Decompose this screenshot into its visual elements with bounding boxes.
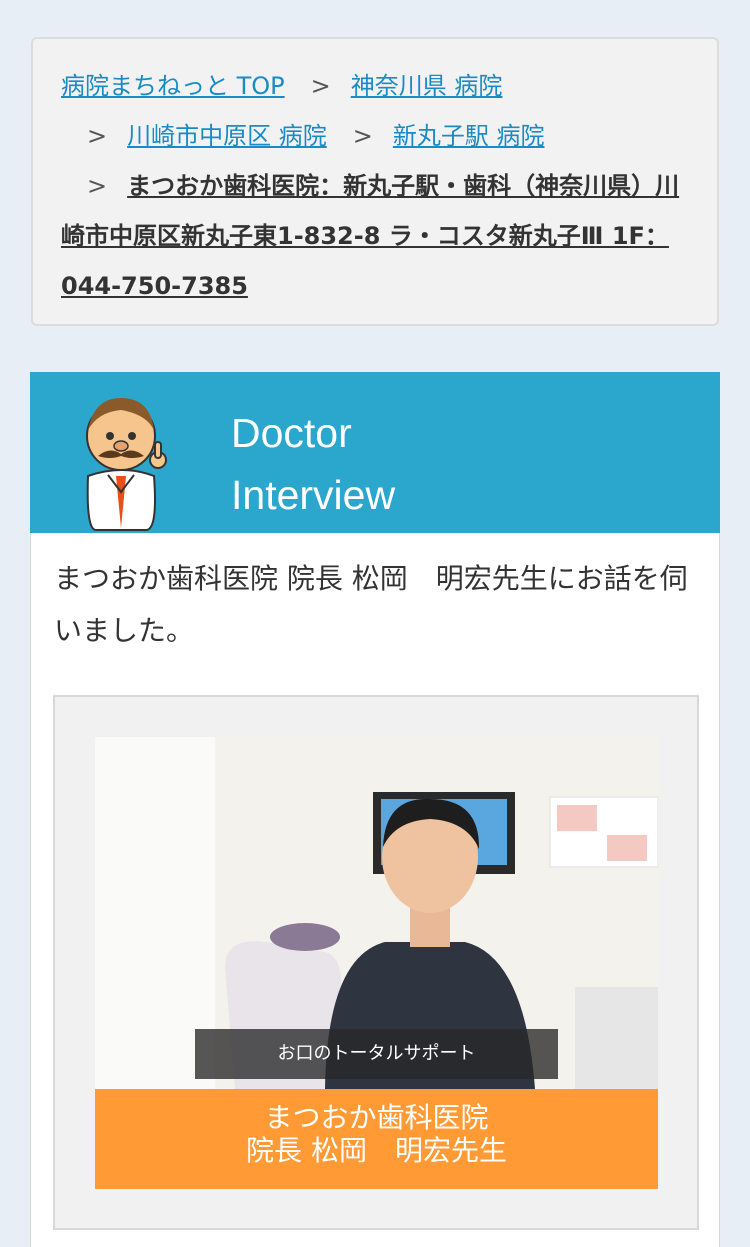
interview-card: まつおか歯科医院 院長 松岡 明宏先生にお話を伺いました。 お口のトータルサポー…	[30, 533, 720, 1247]
doctor-mascot-icon	[86, 398, 167, 531]
breadcrumb-separator: >	[87, 172, 108, 200]
doctor-name-plate: まつおか歯科医院 院長 松岡 明宏先生	[95, 1089, 658, 1189]
breadcrumb-current-page[interactable]: まつおか歯科医院：新丸子駅・歯科（神奈川県）川崎市中原区新丸子東1-832-8 …	[61, 172, 679, 300]
doctor-photo[interactable]: お口のトータルサポート	[95, 737, 658, 1089]
breadcrumb-separator: >	[352, 122, 373, 150]
photo-caption: お口のトータルサポート	[195, 1029, 558, 1079]
doctor-photo-frame: お口のトータルサポート まつおか歯科医院 院長 松岡 明宏先生	[53, 695, 699, 1230]
breadcrumb-link-kanagawa[interactable]: 神奈川県 病院	[351, 72, 503, 100]
breadcrumb-separator: >	[87, 122, 108, 150]
breadcrumb-link-top[interactable]: 病院まちねっと TOP	[61, 72, 285, 100]
breadcrumb: 病院まちねっと TOP > 神奈川県 病院 > 川崎市中原区 病院 > 新丸子駅 病院 >…	[31, 37, 719, 326]
interview-intro-text: まつおか歯科医院 院長 松岡 明宏先生にお話を伺いました。	[54, 562, 688, 647]
breadcrumb-separator: >	[310, 72, 331, 100]
doctor-interview-header: Doctor Interview	[30, 372, 720, 533]
section-title: Doctor Interview	[231, 410, 396, 518]
breadcrumb-link-nakahara[interactable]: 川崎市中原区 病院	[127, 122, 327, 150]
breadcrumb-link-shinmaruko[interactable]: 新丸子駅 病院	[393, 122, 545, 150]
